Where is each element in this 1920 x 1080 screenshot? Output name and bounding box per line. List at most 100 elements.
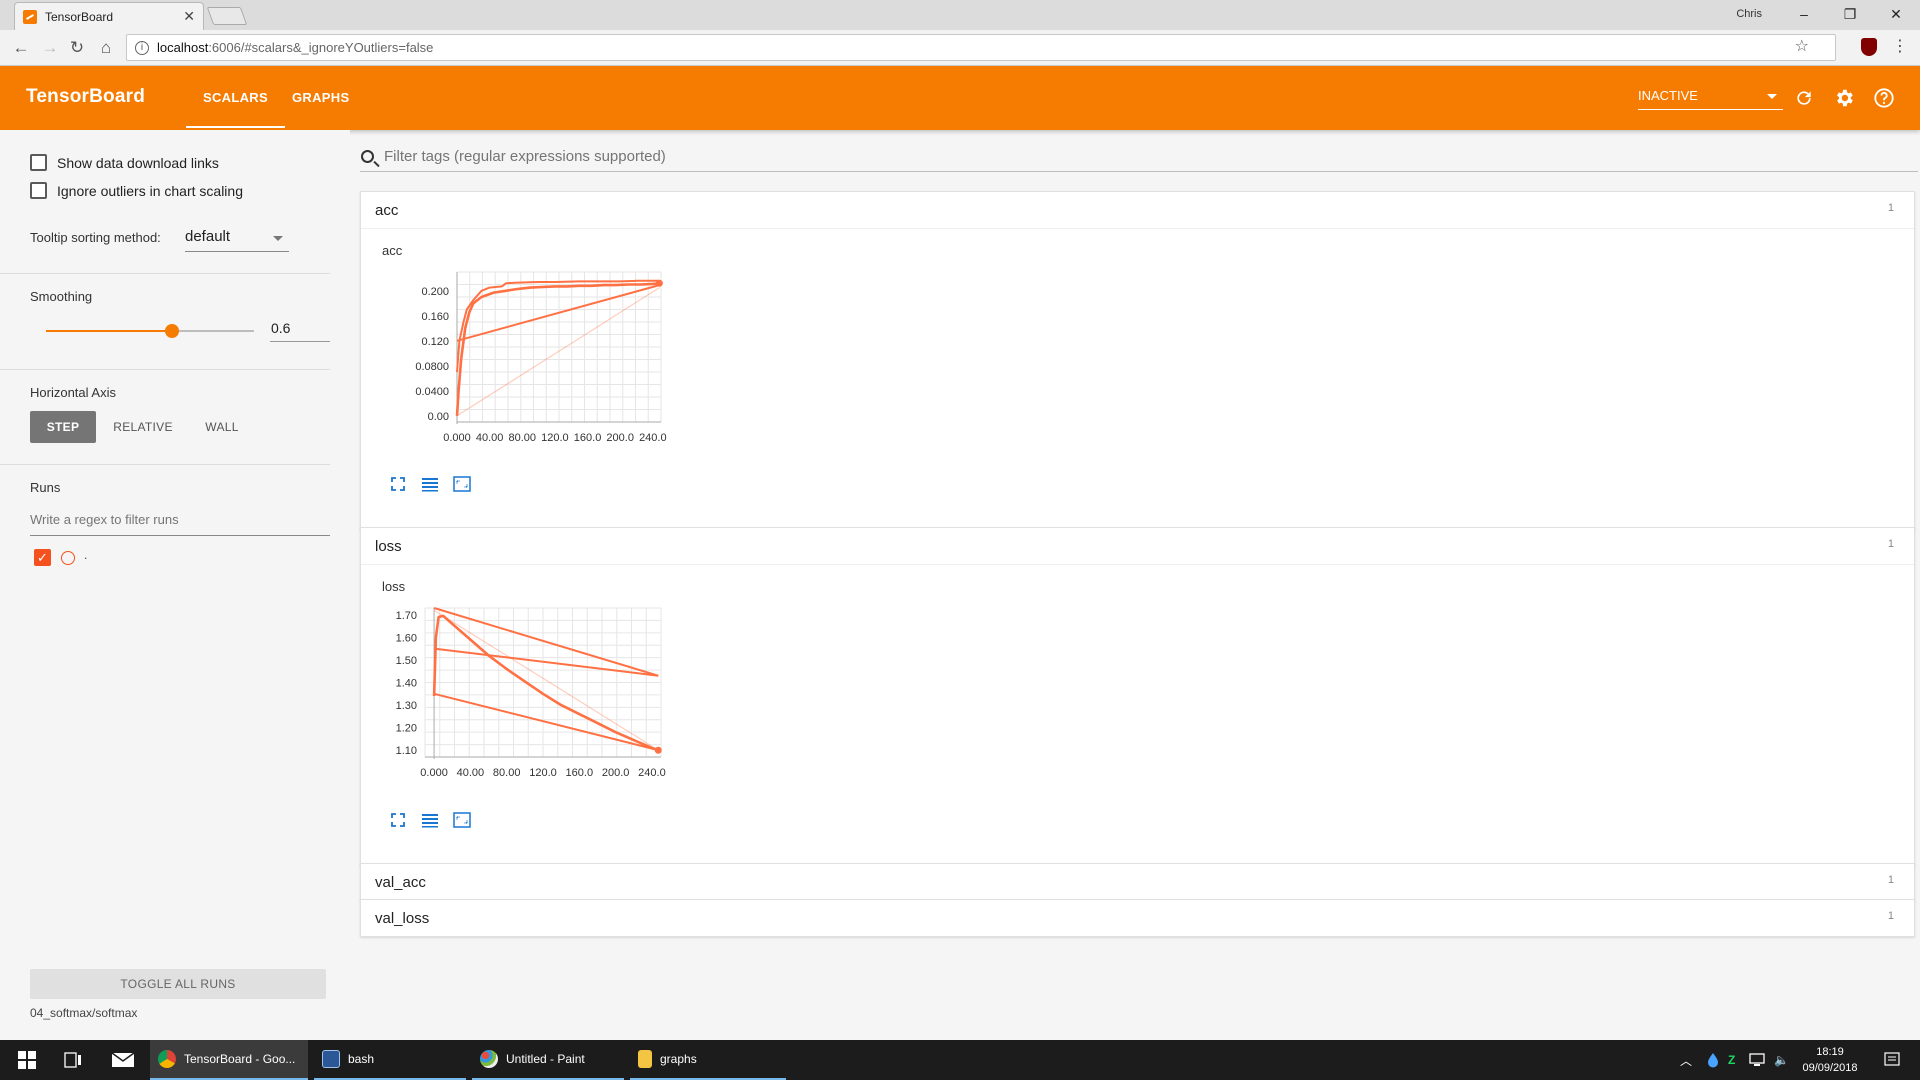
browser-tabstrip: TensorBoard ✕ Chris – ❐ ✕ — [0, 0, 1920, 30]
minimize-button[interactable]: – — [1781, 0, 1827, 28]
smoothing-label: Smoothing — [30, 289, 93, 304]
run-checkbox[interactable]: ✓ — [34, 549, 51, 566]
x-tick-label: 120.0 — [529, 767, 557, 779]
smoothing-slider[interactable] — [46, 324, 254, 338]
home-icon[interactable]: ⌂ — [94, 36, 118, 60]
task-view-icon[interactable] — [58, 1040, 88, 1080]
site-info-icon[interactable]: i — [135, 40, 149, 55]
series-endpoint-marker — [655, 279, 663, 287]
category-acc: acc 1 acc 0.00 0.0400 0.0800 0.120 0.160 0.20… — [360, 191, 1915, 530]
taskbar-clock[interactable]: 18:19 09/09/2018 — [1800, 1044, 1860, 1076]
smoothing-slider-fill — [46, 330, 173, 332]
taskbar-app-explorer[interactable]: graphs — [630, 1040, 786, 1080]
profile-name[interactable]: Chris — [1736, 8, 1762, 20]
network-icon[interactable] — [1748, 1040, 1766, 1080]
ignore-outliers-option[interactable]: Ignore outliers in chart scaling — [30, 182, 243, 199]
data-table-icon[interactable] — [421, 475, 439, 493]
loss-chart[interactable]: 1.10 1.20 1.30 1.40 1.50 1.60 1.70 0.000 40.00 80… — [361, 565, 691, 805]
category-header-loss[interactable]: loss 1 — [361, 528, 1914, 564]
help-icon[interactable] — [1873, 87, 1895, 109]
tab-scalars[interactable]: SCALARS — [186, 90, 285, 128]
fullscreen-icon[interactable] — [389, 811, 407, 829]
volume-icon[interactable]: 🔈 — [1774, 1040, 1789, 1080]
tooltip-sorting-select[interactable]: default — [185, 226, 289, 252]
status-dropdown[interactable]: INACTIVE — [1638, 88, 1783, 110]
taskbar-app-paint[interactable]: Untitled - Paint — [472, 1040, 624, 1080]
bookmark-star-icon[interactable]: ☆ — [1795, 36, 1809, 56]
taskbar-app-chrome[interactable]: TensorBoard - Goo... — [150, 1040, 308, 1080]
settings-gear-icon[interactable] — [1833, 87, 1855, 109]
address-bar[interactable]: i localhost:6006/#scalars&_ignoreYOutlie… — [126, 34, 1836, 61]
show-download-links-checkbox[interactable] — [30, 154, 47, 171]
taskbar-app-label: graphs — [660, 1052, 697, 1066]
tensorboard-header: TensorBoard SCALARS GRAPHS INACTIVE — [0, 66, 1920, 130]
acc-chart[interactable]: 0.00 0.0400 0.0800 0.120 0.160 0.200 0.000 40.0… — [361, 229, 691, 469]
status-text: INACTIVE — [1638, 88, 1698, 103]
y-tick-label: 1.20 — [396, 723, 417, 735]
smoothing-value-input[interactable]: 0.6 — [270, 320, 330, 342]
category-title: val_loss — [375, 909, 430, 927]
category-count: 1 — [1887, 538, 1894, 550]
x-tick-label: 0.000 — [420, 767, 448, 779]
new-tab-button[interactable] — [206, 7, 248, 25]
restore-button[interactable]: ❐ — [1827, 0, 1873, 28]
browser-menu-icon[interactable]: ⋮ — [1892, 36, 1908, 56]
x-tick-label: 200.0 — [606, 432, 634, 444]
tab-title: TensorBoard — [45, 9, 114, 24]
category-count: 1 — [1887, 910, 1894, 922]
y-tick-label: 1.30 — [396, 700, 417, 712]
ublock-extension-icon[interactable] — [1861, 38, 1877, 56]
y-tick-label: 0.0800 — [415, 361, 449, 373]
back-icon[interactable]: ← — [9, 36, 33, 60]
terminal-icon — [322, 1050, 340, 1068]
ignore-outliers-checkbox[interactable] — [30, 182, 47, 199]
fullscreen-icon[interactable] — [389, 475, 407, 493]
tag-filter-input[interactable]: Filter tags (regular expressions support… — [360, 148, 1918, 172]
y-tick-label: 0.00 — [428, 411, 449, 423]
axis-wall-button[interactable]: WALL — [192, 411, 252, 443]
run-name: . — [84, 548, 88, 562]
notifications-icon[interactable] — [1884, 1040, 1900, 1080]
close-tab-icon[interactable]: ✕ — [183, 8, 195, 25]
series-endpoint-marker — [654, 746, 662, 754]
tab-graphs[interactable]: GRAPHS — [292, 90, 349, 105]
fit-domain-icon[interactable] — [453, 811, 471, 829]
runs-filter-input[interactable]: Write a regex to filter runs — [30, 512, 330, 536]
y-tick-label: 1.60 — [396, 632, 417, 644]
smoothed-series-line — [433, 607, 659, 677]
taskbar-app-label: Untitled - Paint — [506, 1052, 585, 1066]
category-header-val-loss[interactable]: val_loss 1 — [361, 900, 1914, 936]
reload-icon[interactable]: ↻ — [65, 36, 89, 60]
tray-overflow-icon[interactable]: ︿ — [1680, 1040, 1692, 1080]
x-tick-label: 80.00 — [493, 767, 521, 779]
x-tick-label: 120.0 — [541, 432, 569, 444]
category-val-loss: val_loss 1 — [360, 899, 1915, 937]
runs-label: Runs — [30, 480, 61, 495]
fit-domain-icon[interactable] — [453, 475, 471, 493]
category-val-acc: val_acc 1 — [360, 863, 1915, 901]
x-tick-label: 160.0 — [566, 767, 594, 779]
forward-icon[interactable]: → — [38, 36, 62, 60]
axis-relative-button[interactable]: RELATIVE — [104, 411, 182, 443]
smoothing-slider-knob[interactable] — [165, 324, 180, 338]
close-window-button[interactable]: ✕ — [1873, 0, 1919, 28]
toggle-all-runs-button[interactable]: TOGGLE ALL RUNS — [30, 969, 326, 999]
tensorboard-favicon-icon — [23, 9, 37, 24]
browser-tab[interactable]: TensorBoard ✕ — [14, 2, 204, 30]
windows-taskbar: TensorBoard - Goo... bash Untitled - Pai… — [0, 1040, 1920, 1080]
category-title: loss — [375, 537, 402, 555]
tray-app-icon[interactable]: Z — [1728, 1040, 1735, 1080]
category-header-val-acc[interactable]: val_acc 1 — [361, 864, 1914, 900]
refresh-icon[interactable] — [1793, 87, 1815, 109]
clock-time: 18:19 — [1816, 1046, 1844, 1058]
start-windows-icon[interactable] — [12, 1040, 42, 1080]
category-header-acc[interactable]: acc 1 — [361, 192, 1914, 228]
x-tick-label: 80.00 — [509, 432, 537, 444]
mail-icon[interactable] — [106, 1040, 140, 1080]
dropbox-tray-icon[interactable] — [1706, 1040, 1720, 1080]
axis-step-button[interactable]: STEP — [30, 411, 96, 443]
taskbar-app-bash[interactable]: bash — [314, 1040, 466, 1080]
y-tick-label: 0.0400 — [415, 386, 449, 398]
show-download-links-option[interactable]: Show data download links — [30, 154, 219, 171]
data-table-icon[interactable] — [421, 811, 439, 829]
